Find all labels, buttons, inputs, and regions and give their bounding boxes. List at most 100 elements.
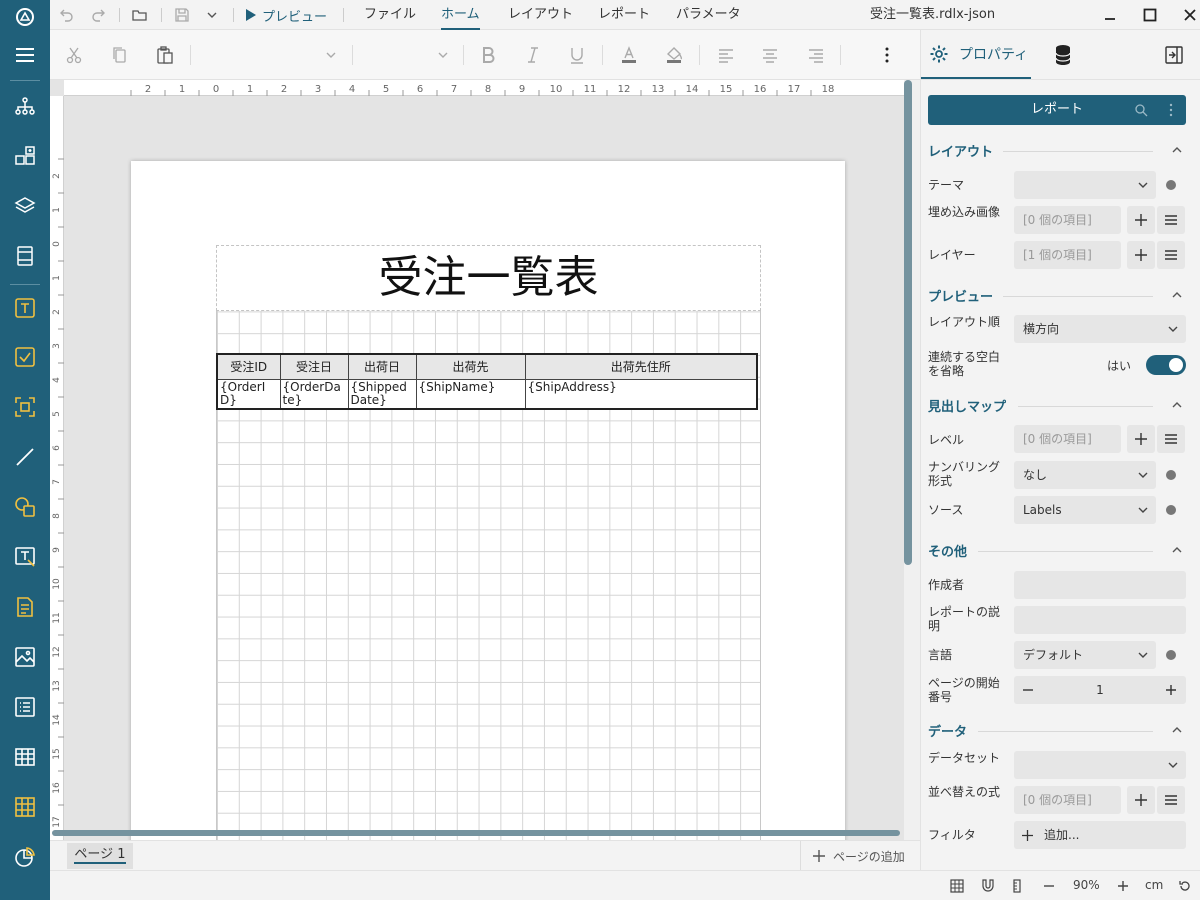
background-color-icon[interactable]	[664, 45, 684, 65]
table-detail-cell[interactable]: {OrderDate}	[279, 378, 349, 409]
section-other-header[interactable]: その他	[928, 541, 1186, 561]
section-preview-header[interactable]: プレビュー	[928, 286, 1186, 306]
richtext-tool-icon[interactable]	[0, 587, 50, 627]
cut-icon[interactable]	[64, 45, 84, 65]
add-page-button[interactable]: ページの追加	[800, 841, 905, 871]
table-detail-cell[interactable]: {ShipName}	[415, 378, 526, 409]
preview-button[interactable]: プレビュー	[245, 5, 327, 25]
tab-properties[interactable]: プロパティ	[921, 30, 1031, 79]
layout-order-select[interactable]: 横方向	[1014, 315, 1186, 343]
open-folder-icon[interactable]	[132, 7, 148, 23]
source-select[interactable]: Labels	[1014, 496, 1156, 524]
font-size-dropdown-icon[interactable]	[435, 47, 451, 63]
more-options-icon[interactable]	[877, 45, 897, 65]
edit-sort-button[interactable]	[1157, 786, 1185, 814]
close-icon[interactable]	[1182, 7, 1198, 23]
line-tool-icon[interactable]	[0, 437, 50, 477]
page-tab[interactable]: ページ 1	[67, 843, 133, 869]
default-value-indicator[interactable]	[1166, 470, 1176, 480]
numbering-select[interactable]: なし	[1014, 461, 1156, 489]
add-sort-button[interactable]	[1127, 786, 1155, 814]
edit-layers-button[interactable]	[1157, 241, 1185, 269]
menu-layout[interactable]: レイアウト	[508, 0, 573, 30]
underline-icon[interactable]	[567, 45, 587, 65]
add-embedded-image-button[interactable]	[1127, 206, 1155, 234]
section-data-header[interactable]: データ	[928, 721, 1186, 741]
reset-zoom-icon[interactable]	[1178, 879, 1192, 893]
align-right-icon[interactable]	[806, 45, 826, 65]
unit-selector[interactable]: cm	[1145, 878, 1163, 892]
default-value-indicator[interactable]	[1166, 505, 1176, 515]
align-center-icon[interactable]	[760, 45, 780, 65]
vertical-scrollbar[interactable]	[904, 80, 912, 565]
list-tool-icon[interactable]	[0, 687, 50, 727]
add-filter-button[interactable]: 追加...	[1014, 821, 1186, 849]
menu-parameters[interactable]: パラメータ	[676, 0, 741, 30]
zoom-in-icon[interactable]	[1116, 879, 1130, 893]
embedded-images-field[interactable]: [0 個の項目]	[1014, 206, 1121, 234]
layers-field[interactable]: [1 個の項目]	[1014, 241, 1121, 269]
italic-icon[interactable]	[523, 45, 543, 65]
chart-tool-icon[interactable]	[0, 837, 50, 877]
report-section-icon[interactable]	[0, 236, 50, 276]
orders-table[interactable]: 受注ID 受注日 出荷日 出荷先 出荷先住所 {OrderID} {OrderD…	[216, 353, 758, 410]
font-color-icon[interactable]	[619, 45, 639, 65]
snap-magnet-icon[interactable]	[981, 879, 995, 893]
font-family-dropdown-icon[interactable]	[323, 47, 339, 63]
report-explorer-icon[interactable]	[0, 86, 50, 126]
redo-icon[interactable]	[91, 7, 107, 23]
checkbox-tool-icon[interactable]	[0, 337, 50, 377]
author-input[interactable]	[1014, 571, 1186, 599]
minimize-icon[interactable]	[1102, 7, 1118, 23]
table-header-cell[interactable]: 出荷先	[415, 353, 526, 380]
maximize-icon[interactable]	[1142, 7, 1158, 23]
menu-file[interactable]: ファイル	[364, 0, 416, 30]
input-field-tool-icon[interactable]	[0, 537, 50, 577]
search-icon[interactable]	[1134, 103, 1148, 117]
default-value-indicator[interactable]	[1166, 650, 1176, 660]
components-icon[interactable]	[0, 136, 50, 176]
kebab-menu-icon[interactable]	[1164, 103, 1178, 117]
database-icon[interactable]	[1053, 44, 1073, 66]
table-header-cell[interactable]: 受注ID	[216, 353, 281, 380]
collapse-panel-icon[interactable]	[1164, 45, 1184, 65]
ruler-toggle-icon[interactable]	[1010, 879, 1024, 893]
save-dropdown-chevron-icon[interactable]	[204, 7, 220, 23]
table-header-cell[interactable]: 出荷日	[347, 353, 417, 380]
save-icon[interactable]	[174, 7, 190, 23]
design-canvas[interactable]: 2 1 0 1 2 3 4 5 6 7 8 9 10 11 12 13 14 15 16 17 18 210123456…	[50, 80, 904, 840]
increment-icon[interactable]	[1166, 685, 1176, 695]
table-header-cell[interactable]: 受注日	[279, 353, 349, 380]
layers-icon[interactable]	[0, 186, 50, 226]
image-tool-icon[interactable]	[0, 637, 50, 677]
table-tool-icon[interactable]	[0, 737, 50, 777]
add-level-button[interactable]	[1127, 425, 1155, 453]
report-title-textbox[interactable]: 受注一覧表	[216, 245, 761, 311]
add-layer-button[interactable]	[1127, 241, 1155, 269]
bold-icon[interactable]	[478, 45, 498, 65]
default-value-indicator[interactable]	[1166, 180, 1176, 190]
container-tool-icon[interactable]	[0, 387, 50, 427]
consume-whitespace-toggle[interactable]	[1146, 355, 1186, 375]
horizontal-scrollbar[interactable]	[52, 830, 900, 836]
levels-field[interactable]: [0 個の項目]	[1014, 425, 1121, 453]
dataset-select[interactable]	[1014, 751, 1186, 779]
textbox-tool-icon[interactable]	[0, 288, 50, 328]
menu-report[interactable]: レポート	[598, 0, 650, 30]
align-left-icon[interactable]	[716, 45, 736, 65]
grid-toggle-icon[interactable]	[950, 879, 964, 893]
theme-select[interactable]	[1014, 171, 1156, 199]
hamburger-menu-icon[interactable]	[0, 35, 50, 75]
section-layout-header[interactable]: レイアウト	[928, 141, 1186, 161]
edit-embedded-images-button[interactable]	[1157, 206, 1185, 234]
start-page-stepper[interactable]: 1	[1014, 676, 1186, 704]
report-selector-button[interactable]: レポート	[928, 95, 1186, 125]
shape-tool-icon[interactable]	[0, 487, 50, 527]
edit-levels-button[interactable]	[1157, 425, 1185, 453]
copy-icon[interactable]	[110, 45, 130, 65]
paste-icon[interactable]	[155, 45, 175, 65]
undo-icon[interactable]	[58, 7, 74, 23]
language-select[interactable]: デフォルト	[1014, 641, 1156, 669]
table-header-cell[interactable]: 出荷先住所	[524, 353, 758, 380]
menu-home[interactable]: ホーム	[441, 0, 480, 30]
